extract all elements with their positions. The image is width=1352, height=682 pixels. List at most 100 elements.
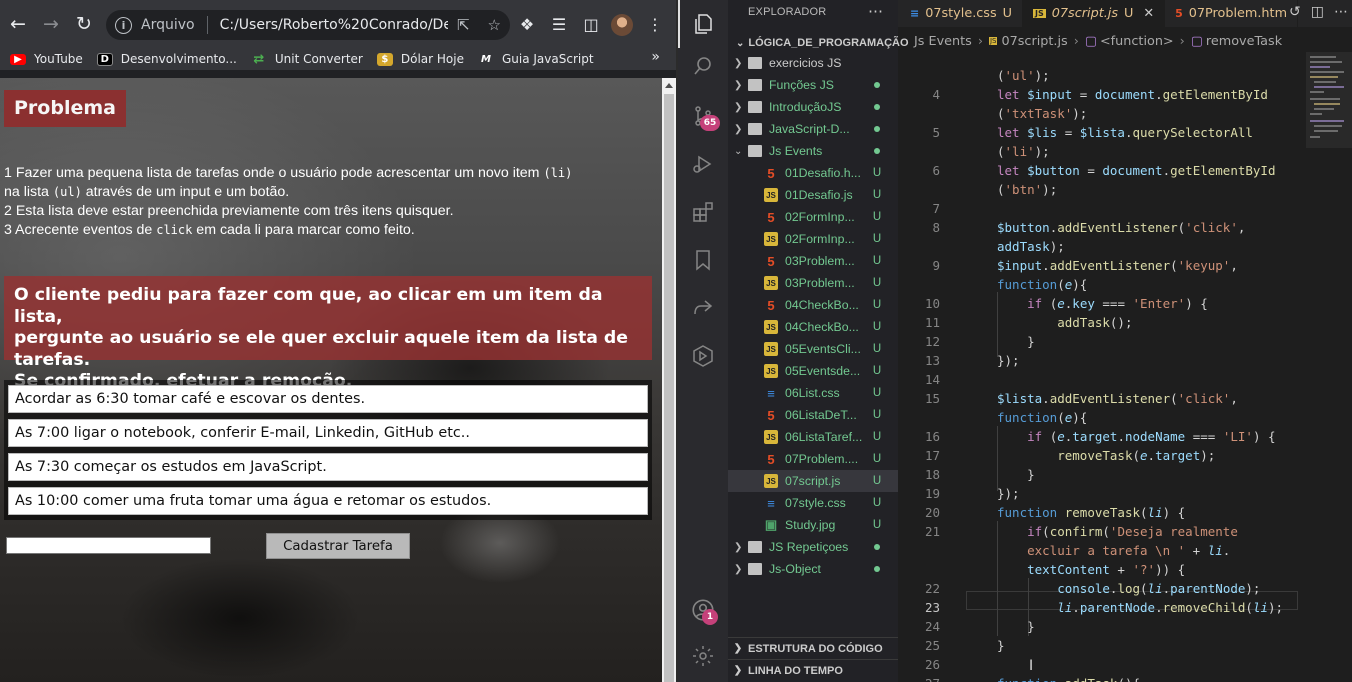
add-task-button[interactable]: Cadastrar Tarefa bbox=[266, 533, 410, 559]
task-item[interactable]: As 7:00 ligar o notebook, conferir E-mai… bbox=[8, 419, 648, 447]
manage-gear-icon[interactable] bbox=[678, 632, 728, 680]
tree-file[interactable]: JS 04CheckBo... U bbox=[728, 316, 898, 338]
live-share-icon[interactable] bbox=[678, 284, 728, 332]
tree-folder[interactable]: ❯ JS Repetiçoes bbox=[728, 536, 898, 558]
share-icon[interactable]: ⇱ bbox=[457, 16, 470, 34]
bookmark-unit-converter[interactable]: ⇄ Unit Converter bbox=[251, 52, 362, 67]
tree-file[interactable]: 5 03Problem... U bbox=[728, 250, 898, 272]
line-number: 20 bbox=[924, 505, 940, 520]
tree-file[interactable]: JS 01Desafio.js U bbox=[728, 184, 898, 206]
back-arrow-icon[interactable]: ← bbox=[3, 9, 33, 39]
bookmark-star-icon[interactable]: ☆ bbox=[488, 16, 501, 34]
timeline-section[interactable]: ❯ LINHA DO TEMPO bbox=[728, 659, 898, 681]
task-item[interactable]: Acordar as 6:30 tomar café e escovar os … bbox=[8, 385, 648, 413]
html-file-icon: 5 bbox=[1175, 7, 1183, 20]
bookmarks-icon[interactable] bbox=[678, 236, 728, 284]
outline-section[interactable]: ❯ ESTRUTURA DO CÓDIGO bbox=[728, 637, 898, 659]
tree-item-label: 02FormInp... bbox=[785, 232, 855, 246]
tree-item-label: JavaScript-D... bbox=[769, 122, 850, 136]
media-queue-icon[interactable]: ☰ bbox=[544, 9, 574, 39]
address-bar[interactable]: i Arquivo C:/Users/Roberto%20Conrado/Des… bbox=[106, 10, 510, 40]
tree-file[interactable]: 5 07Problem.... U bbox=[728, 448, 898, 470]
bookmarks-overflow-icon[interactable]: » bbox=[651, 49, 660, 65]
tree-file[interactable]: JS 05Eventsde... U bbox=[728, 360, 898, 382]
run-debug-icon[interactable] bbox=[678, 140, 728, 188]
chevron-right-icon: ❯ bbox=[733, 643, 743, 654]
kebab-menu-icon[interactable]: ⋮ bbox=[640, 9, 670, 39]
untracked-status: U bbox=[872, 387, 882, 399]
tab-07problem-html[interactable]: 5 07Problem.htm bbox=[1165, 0, 1299, 27]
untracked-status: U bbox=[872, 189, 882, 201]
info-icon[interactable]: i bbox=[115, 16, 132, 34]
desc-line: na lista (ul) através de um input e um b… bbox=[4, 184, 290, 200]
chevron-down-icon: ⌄ bbox=[736, 37, 745, 49]
workspace-root[interactable]: ⌄ LÓGICA_DE_PROGRAMAÇÃO bbox=[728, 33, 909, 53]
page-scrollbar[interactable] bbox=[662, 78, 676, 682]
browser-toolbar: ← → ↻ i Arquivo C:/Users/Roberto%20Conra… bbox=[0, 0, 676, 48]
folder-icon bbox=[748, 145, 762, 157]
tree-file[interactable]: JS 06ListaTaref... U bbox=[728, 426, 898, 448]
tree-file[interactable]: JS 07script.js U bbox=[728, 470, 898, 492]
tree-file[interactable]: ▣ Study.jpg U bbox=[728, 514, 898, 536]
bookmark-dolar-hoje[interactable]: $ Dólar Hoje bbox=[376, 52, 464, 66]
bookmark-youtube[interactable]: ▶ YouTube bbox=[10, 52, 83, 66]
search-icon[interactable] bbox=[678, 42, 728, 90]
tree-file[interactable]: 5 02FormInp... U bbox=[728, 206, 898, 228]
tree-file[interactable]: ≡ 07style.css U bbox=[728, 492, 898, 514]
extensions-puzzle-icon[interactable]: ❖ bbox=[512, 9, 542, 39]
code-line: li.parentNode.removeChild(li); bbox=[1057, 600, 1284, 615]
split-editor-icon[interactable]: ◫ bbox=[1311, 4, 1324, 20]
remote-explorer-icon[interactable] bbox=[678, 332, 728, 380]
breadcrumb-item[interactable]: 07script.js bbox=[1001, 34, 1067, 49]
tree-file[interactable]: JS 02FormInp... U bbox=[728, 228, 898, 250]
task-item[interactable]: As 10:00 comer uma fruta tomar uma água … bbox=[8, 487, 648, 515]
scrollbar-thumb[interactable] bbox=[664, 94, 674, 682]
chevron-right-icon: ❯ bbox=[734, 563, 743, 575]
tree-file[interactable]: JS 05EventsCli... U bbox=[728, 338, 898, 360]
tree-folder[interactable]: ❯ Funções JS bbox=[728, 74, 898, 96]
reload-icon[interactable]: ↻ bbox=[69, 9, 99, 39]
close-tab-icon[interactable]: ✕ bbox=[1143, 6, 1154, 21]
tree-item-label: 03Problem... bbox=[785, 254, 855, 268]
untracked-status: U bbox=[872, 255, 882, 267]
tree-file[interactable]: JS 03Problem... U bbox=[728, 272, 898, 294]
task-input[interactable] bbox=[6, 537, 211, 554]
code-line: let $lis = $lista.querySelectorAll bbox=[997, 125, 1253, 140]
breadcrumb-item[interactable]: <function> bbox=[1100, 34, 1174, 49]
breadcrumb-item[interactable]: Js Events bbox=[914, 34, 972, 49]
tab-07style-css[interactable]: ≡ 07style.css U bbox=[898, 0, 1024, 27]
tree-file[interactable]: ≡ 06List.css U bbox=[728, 382, 898, 404]
code-line: } bbox=[997, 638, 1005, 653]
bookmark-label: YouTube bbox=[34, 52, 83, 66]
task-item[interactable]: As 7:30 começar os estudos em JavaScript… bbox=[8, 453, 648, 481]
minimap-slider[interactable] bbox=[1306, 52, 1352, 148]
bookmark-desenvolvimento[interactable]: D Desenvolvimento... bbox=[96, 52, 237, 66]
compare-changes-icon[interactable]: ↺ bbox=[1289, 4, 1301, 20]
tab-07script-js[interactable]: JS 07script.js U ✕ bbox=[1023, 0, 1166, 27]
folder-icon bbox=[748, 57, 762, 69]
code-editor[interactable]: 3456789101112131415161718192021222324252… bbox=[898, 52, 1352, 682]
css-file-icon: ≡ bbox=[767, 495, 775, 511]
explorer-icon[interactable] bbox=[678, 0, 728, 48]
tree-folder[interactable]: ❯ JavaScript-D... bbox=[728, 118, 898, 140]
tree-file[interactable]: 5 01Desafio.h... U bbox=[728, 162, 898, 184]
tree-folder[interactable]: ⌄ Js Events bbox=[728, 140, 898, 162]
tree-folder[interactable]: ❯ Js-Object bbox=[728, 558, 898, 580]
accounts-icon[interactable] bbox=[678, 586, 728, 634]
profile-avatar[interactable] bbox=[611, 14, 633, 36]
tab-status: U bbox=[1002, 6, 1013, 21]
extensions-icon[interactable] bbox=[678, 188, 728, 236]
tree-folder[interactable]: ❯ exercicios JS bbox=[728, 52, 898, 74]
more-actions-icon[interactable]: ⋯ bbox=[1334, 4, 1348, 20]
tree-file[interactable]: 5 04CheckBo... U bbox=[728, 294, 898, 316]
url-text[interactable]: C:/Users/Roberto%20Conrado/Desk... bbox=[220, 17, 448, 33]
bookmark-guia-javascript[interactable]: M Guia JavaScript bbox=[478, 52, 594, 66]
html-file-icon: 5 bbox=[767, 253, 775, 269]
forward-arrow-icon[interactable]: → bbox=[36, 9, 66, 39]
tree-folder[interactable]: ❯ IntroduçãoJS bbox=[728, 96, 898, 118]
side-panel-icon[interactable]: ◫ bbox=[576, 9, 606, 39]
breadcrumb-item[interactable]: removeTask bbox=[1206, 34, 1282, 49]
scroll-up-arrow-icon[interactable] bbox=[665, 83, 673, 88]
tree-file[interactable]: 5 06ListaDeT... U bbox=[728, 404, 898, 426]
more-actions-icon[interactable]: ⋯ bbox=[868, 2, 883, 20]
